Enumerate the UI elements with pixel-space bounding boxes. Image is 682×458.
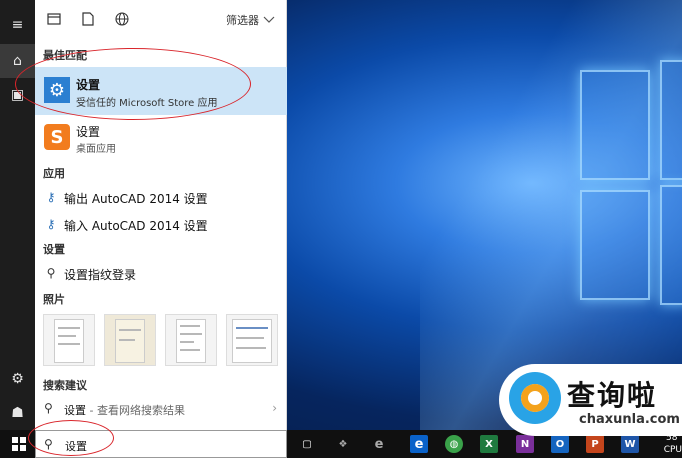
window-pane-3	[580, 190, 650, 300]
best-match-title: 设置	[76, 78, 101, 92]
photo-thumbnail[interactable]	[165, 314, 217, 366]
chevron-right-icon[interactable]: ›	[272, 401, 277, 415]
edge-legacy-icon[interactable]: e	[370, 435, 388, 453]
settings-result-item[interactable]: ⚲ 设置指纹登录	[35, 262, 287, 286]
notebook-icon[interactable]: ▣	[0, 78, 35, 112]
app-item[interactable]: ⚷ 输出 AutoCAD 2014 设置	[35, 186, 287, 210]
all-results-icon[interactable]	[45, 10, 63, 28]
settings-result-label: 设置指纹登录	[64, 268, 137, 282]
home-icon[interactable]: ⌂	[0, 44, 35, 78]
settings-key-icon: ⚷	[46, 217, 56, 231]
desktop-app-title: 设置	[76, 125, 101, 139]
task-view-icon[interactable]: ▢	[298, 435, 316, 453]
browser-icon[interactable]: ◍	[445, 435, 463, 453]
watermark-en: chaxunla.com	[579, 412, 680, 427]
filter-bar: 筛选器	[35, 0, 287, 38]
best-match-item[interactable]: ⚙ 设置 受信任的 Microsoft Store 应用	[35, 67, 287, 115]
search-icon: ⚲	[46, 266, 56, 280]
suggestion-label: 设置 - 查看网络搜索结果	[64, 402, 185, 418]
app-grid-icon[interactable]: ❖	[334, 435, 352, 453]
best-match-subtitle: 受信任的 Microsoft Store 应用	[76, 98, 218, 109]
settings-key-icon: ⚷	[46, 190, 56, 204]
start-left-rail: ≡ ⌂ ▣ ⚙ ☗	[0, 0, 35, 430]
feedback-icon[interactable]: ☗	[0, 396, 35, 430]
excel-icon[interactable]: X	[480, 435, 498, 453]
documents-icon[interactable]	[79, 10, 97, 28]
photo-thumbnail[interactable]	[43, 314, 95, 366]
word-icon[interactable]: W	[621, 435, 639, 453]
settings-app-icon: ⚙	[44, 77, 70, 103]
watermark-cn: 查询啦	[567, 379, 658, 412]
suggestion-text: 设置	[64, 404, 86, 417]
suggestion-subtext: - 查看网络搜索结果	[86, 404, 185, 417]
section-search-suggestions: 搜索建议	[43, 379, 87, 392]
windows-start-icon[interactable]	[10, 435, 28, 453]
search-input[interactable]: 设置	[65, 438, 87, 454]
search-icon: ⚲	[44, 401, 53, 415]
window-pane-1	[580, 70, 650, 180]
desktop-app-item[interactable]: S 设置 桌面应用	[35, 120, 287, 156]
window-pane-2	[660, 60, 682, 180]
web-globe-icon[interactable]	[113, 10, 131, 28]
section-settings: 设置	[43, 243, 65, 256]
window-pane-4	[660, 185, 682, 305]
edge-icon[interactable]: e	[410, 435, 428, 453]
app-item[interactable]: ⚷ 输入 AutoCAD 2014 设置	[35, 213, 287, 237]
outlook-icon[interactable]: O	[551, 435, 569, 453]
filter-dropdown[interactable]: 筛选器	[226, 12, 275, 28]
search-suggestion-item[interactable]: ⚲ 设置 - 查看网络搜索结果 ›	[35, 398, 287, 420]
section-apps: 应用	[43, 167, 65, 180]
chaxunla-watermark: 查询啦 chaxunla.com	[499, 364, 682, 436]
sogou-app-icon: S	[44, 124, 70, 150]
photo-thumbnail[interactable]	[104, 314, 156, 366]
photo-thumbnail[interactable]	[226, 314, 278, 366]
taskbar-search-box[interactable]: ⚲ 设置	[35, 430, 287, 458]
search-icon: ⚲	[44, 437, 53, 451]
filter-label: 筛选器	[226, 14, 259, 27]
cpu-label: CPU	[663, 445, 682, 455]
section-best-match: 最佳匹配	[43, 49, 87, 62]
powerpoint-icon[interactable]: P	[586, 435, 604, 453]
chaxunla-logo-icon	[509, 372, 561, 424]
app-item-label: 输出 AutoCAD 2014 设置	[64, 192, 208, 206]
app-item-label: 输入 AutoCAD 2014 设置	[64, 219, 208, 233]
hamburger-menu-icon[interactable]: ≡	[0, 8, 35, 42]
section-photos: 照片	[43, 293, 65, 306]
chevron-down-icon	[263, 16, 275, 23]
photo-results	[43, 314, 279, 366]
desktop-app-subtitle: 桌面应用	[76, 144, 116, 155]
onenote-icon[interactable]: N	[516, 435, 534, 453]
search-results-panel: 筛选器 最佳匹配 ⚙ 设置 受信任的 Microsoft Store 应用 S …	[15, 0, 287, 430]
settings-gear-icon[interactable]: ⚙	[0, 362, 35, 396]
